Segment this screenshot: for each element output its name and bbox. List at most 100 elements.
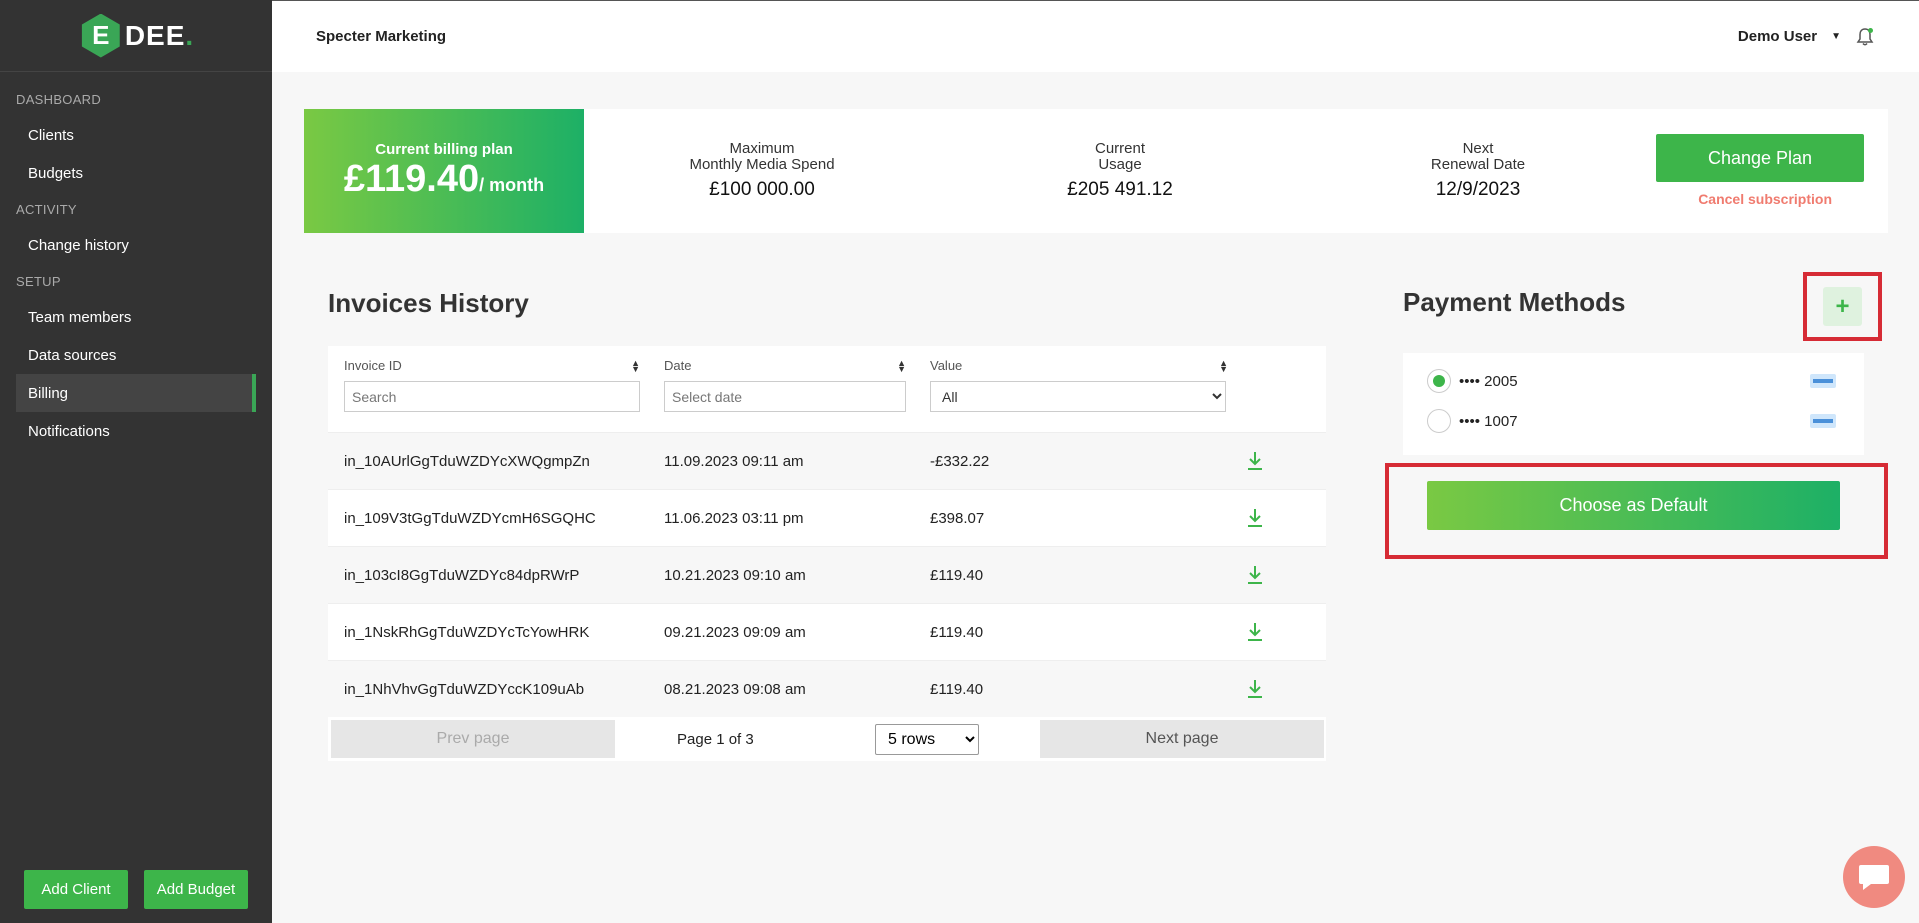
date-label: Date: [664, 358, 692, 373]
invoice-date-cell: 09.21.2023 09:09 am: [664, 623, 806, 641]
payment-methods-card: •••• 2005 •••• 1007: [1403, 353, 1864, 455]
logo-text: DEE: [124, 19, 186, 51]
invoice-date-cell: 11.06.2023 03:11 pm: [664, 509, 804, 527]
invoice-date-cell: 10.21.2023 09:10 am: [664, 566, 806, 584]
current-plan-card: Current billing plan £119.40 / month: [304, 109, 584, 233]
usage-stat: Current Usage £205 491.12: [1020, 141, 1220, 201]
logo-dot: .: [185, 19, 194, 51]
invoice-id-label: Invoice ID: [344, 358, 402, 373]
invoice-id-cell: in_103cI8GgTduWZDYc84dpRWrP: [344, 566, 580, 584]
max-spend-stat: Maximum Monthly Media Spend £100 000.00: [662, 141, 862, 201]
page-info: Page 1 of 3: [677, 730, 754, 748]
renewal-value: 12/9/2023: [1435, 179, 1521, 200]
header: Specter Marketing Demo User ▼: [272, 0, 1919, 72]
max-spend-value: £100 000.00: [709, 179, 815, 200]
usage-label-2: Usage: [1098, 156, 1142, 173]
logo-hex-icon: E: [81, 13, 120, 58]
card-brand-icon: [1810, 374, 1836, 388]
pagination: Prev page Page 1 of 3 5 rows Next page: [328, 717, 1326, 761]
choose-as-default-button[interactable]: Choose as Default: [1427, 481, 1840, 530]
invoice-date-cell: 11.09.2023 09:11 am: [664, 452, 804, 470]
plan-amount: £119.40: [343, 158, 480, 200]
radio-selected[interactable]: [1427, 369, 1451, 393]
prev-page-button[interactable]: Prev page: [331, 720, 615, 758]
sort-icon[interactable]: ▲ ▼: [1219, 358, 1228, 373]
nav-section-setup: SETUP: [16, 273, 61, 289]
invoice-value-cell: £119.40: [930, 566, 984, 584]
sidebar-item-clients[interactable]: Clients: [16, 116, 256, 154]
value-label: Value: [930, 358, 963, 373]
chat-icon: [1859, 865, 1889, 890]
payment-methods-title: Payment Methods: [1403, 287, 1626, 317]
add-payment-method-button[interactable]: +: [1823, 287, 1862, 326]
table-row: in_1NskRhGgTduWZDYcTcYowHRK 09.21.2023 09…: [328, 603, 1326, 660]
table-row: in_1NhVhvGgTduWZDYccK109uAb 08.21.2023 09…: [328, 660, 1326, 717]
table-row: in_109V3tGgTduWZDYcmH6SGQHC 11.06.2023 03…: [328, 489, 1326, 546]
invoice-id-cell: in_1NskRhGgTduWZDYcTcYowHRK: [344, 623, 590, 641]
plan-per: / month: [479, 175, 545, 195]
logo[interactable]: E DEE .: [0, 0, 272, 72]
add-client-button[interactable]: Add Client: [24, 870, 128, 909]
invoices-title: Invoices History: [328, 288, 529, 318]
payment-card-row[interactable]: •••• 1007: [1427, 409, 1840, 433]
next-page-button[interactable]: Next page: [1040, 720, 1324, 758]
sidebar-item-notifications[interactable]: Notifications: [16, 412, 256, 450]
table-row: in_10AUrlGgTduWZDYcXWQgmpZn 11.09.2023 09…: [328, 432, 1326, 489]
renewal-stat: Next Renewal Date 12/9/2023: [1378, 141, 1578, 201]
billing-plan-banner: Current billing plan £119.40 / month Max…: [304, 109, 1888, 233]
download-icon[interactable]: [1245, 507, 1265, 529]
nav-section-activity: ACTIVITY: [16, 201, 77, 217]
invoice-value-cell: -£332.22: [930, 452, 990, 470]
change-plan-button[interactable]: Change Plan: [1656, 134, 1864, 182]
card-label: •••• 2005: [1459, 372, 1518, 390]
invoice-id-cell: in_109V3tGgTduWZDYcmH6SGQHC: [344, 509, 596, 527]
download-icon[interactable]: [1245, 678, 1265, 700]
renewal-label-1: Next: [1462, 140, 1494, 157]
invoice-date-cell: 08.21.2023 09:08 am: [664, 680, 806, 698]
max-spend-label-1: Maximum: [729, 140, 795, 157]
cancel-subscription-link[interactable]: Cancel subscription: [1698, 191, 1832, 207]
sidebar-item-team-members[interactable]: Team members: [16, 298, 256, 336]
download-icon[interactable]: [1245, 450, 1265, 472]
payment-card-row[interactable]: •••• 2005: [1427, 369, 1840, 393]
company-name: Specter Marketing: [316, 28, 447, 45]
sidebar-item-change-history[interactable]: Change history: [16, 226, 256, 264]
usage-label-1: Current: [1094, 140, 1146, 157]
sidebar: E DEE . DASHBOARD Clients Budgets ACTIVI…: [0, 0, 272, 923]
user-menu[interactable]: Demo User: [1738, 28, 1817, 45]
usage-value: £205 491.12: [1067, 179, 1173, 200]
plan-label: Current billing plan: [375, 141, 513, 158]
download-icon[interactable]: [1245, 621, 1265, 643]
sidebar-item-data-sources[interactable]: Data sources: [16, 336, 256, 374]
download-icon[interactable]: [1245, 564, 1265, 586]
rows-per-page-select[interactable]: 5 rows: [875, 723, 979, 755]
bell-icon[interactable]: [1855, 27, 1875, 47]
caret-down-icon[interactable]: ▼: [1831, 31, 1841, 42]
invoice-id-cell: in_10AUrlGgTduWZDYcXWQgmpZn: [344, 452, 590, 470]
radio-unselected[interactable]: [1427, 409, 1451, 433]
invoice-id-cell: in_1NhVhvGgTduWZDYccK109uAb: [344, 680, 585, 698]
date-header[interactable]: Date ▲ ▼: [664, 358, 906, 373]
sidebar-item-billing[interactable]: Billing: [16, 374, 256, 412]
renewal-label-2: Renewal Date: [1430, 156, 1526, 173]
invoice-value-cell: £119.40: [930, 680, 984, 698]
value-header[interactable]: Value ▲ ▼: [930, 358, 1228, 373]
sidebar-item-budgets[interactable]: Budgets: [16, 154, 256, 192]
max-spend-label-2: Monthly Media Spend: [689, 156, 835, 173]
sort-icon[interactable]: ▲ ▼: [897, 358, 906, 373]
table-row: in_103cI8GgTduWZDYc84dpRWrP 10.21.2023 09…: [328, 546, 1326, 603]
invoice-value-cell: £398.07: [930, 509, 985, 527]
chat-widget[interactable]: [1843, 846, 1905, 908]
value-filter-select[interactable]: All: [930, 381, 1226, 412]
invoice-value-cell: £119.40: [930, 623, 984, 641]
table-header: Invoice ID ▲▼ Date ▲▼ Value ▲▼ All: [328, 346, 1326, 432]
invoices-table: Invoice ID ▲▼ Date ▲▼ Value ▲▼ All in_10AUr…: [328, 346, 1326, 717]
invoice-id-header[interactable]: Invoice ID ▲ ▼: [344, 358, 640, 373]
date-filter-input[interactable]: [664, 381, 906, 412]
sort-icon[interactable]: ▲ ▼: [631, 358, 640, 373]
card-brand-icon: [1810, 414, 1836, 428]
card-label: •••• 1007: [1459, 412, 1518, 430]
add-payment-highlight: +: [1803, 272, 1882, 341]
invoice-search-input[interactable]: [344, 381, 640, 412]
add-budget-button[interactable]: Add Budget: [144, 870, 248, 909]
